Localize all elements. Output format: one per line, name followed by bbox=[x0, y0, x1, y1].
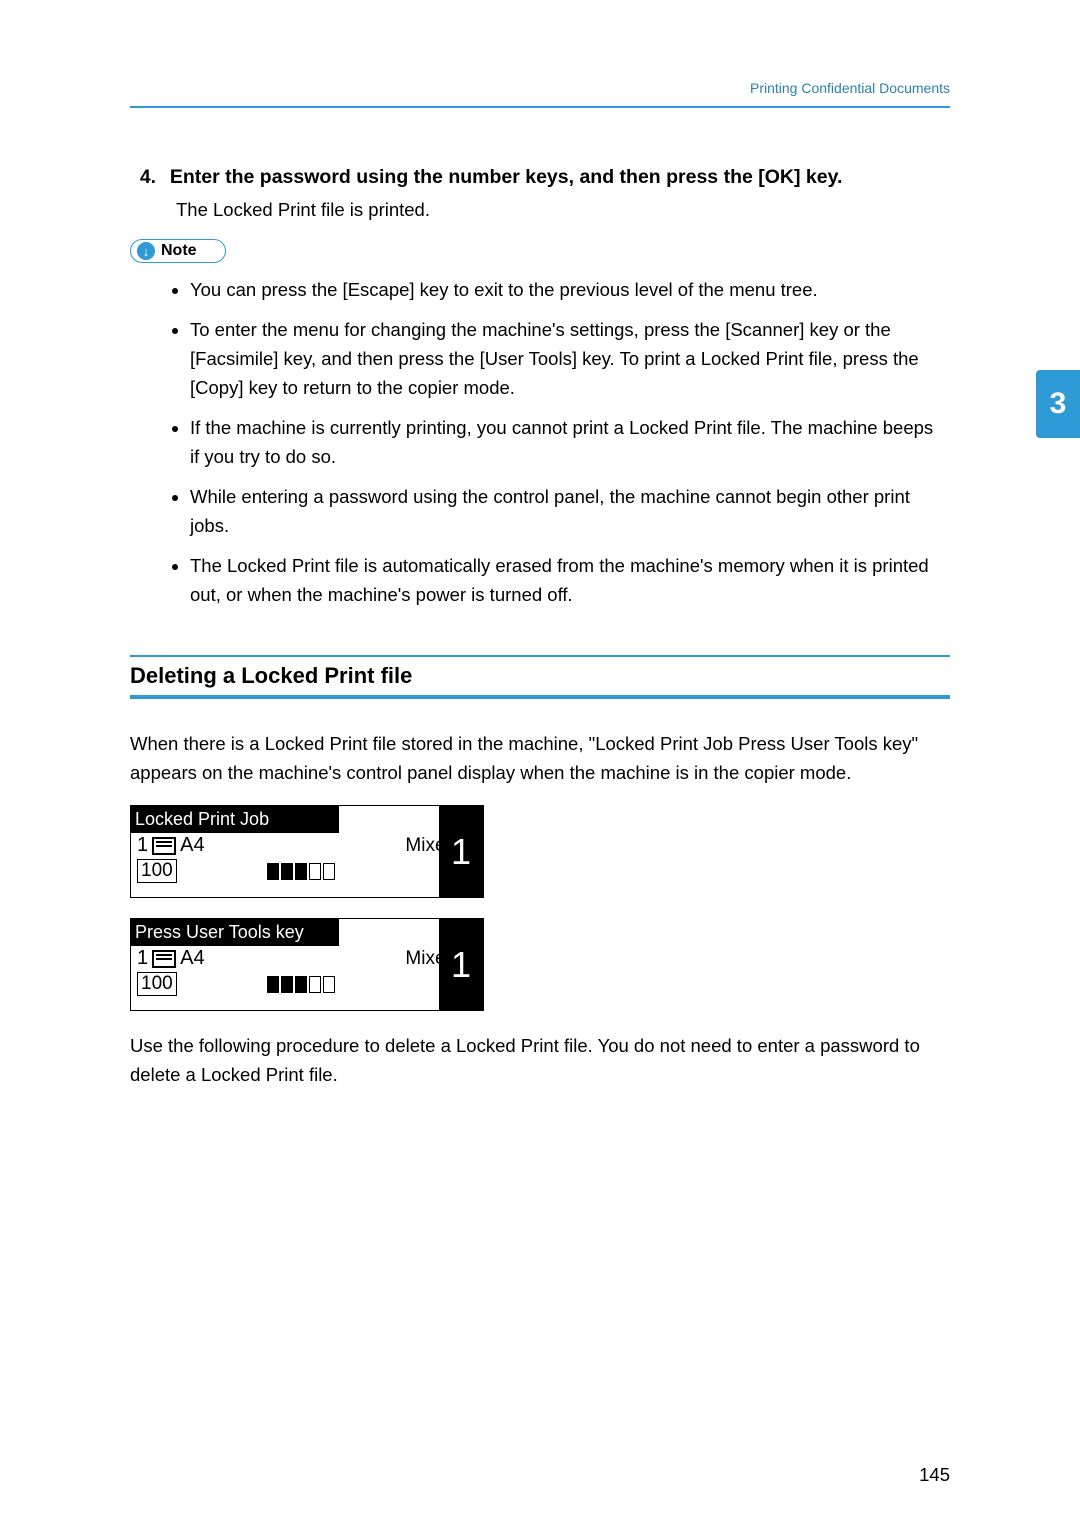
panel-row-toner: 100 bbox=[131, 971, 483, 1010]
ratio-box: 100 bbox=[137, 859, 177, 883]
copies-indicator: 1 bbox=[439, 806, 483, 897]
copies-indicator: 1 bbox=[439, 919, 483, 1010]
panel-row-paper: 1 A4 Mixed ▲▼ bbox=[131, 946, 483, 971]
panel-row-toner: 100 bbox=[131, 858, 483, 897]
step-number: 4. bbox=[140, 167, 156, 189]
tray-number: 1 bbox=[137, 834, 148, 857]
page-header-title: Printing Confidential Documents bbox=[130, 80, 950, 106]
section-outro: Use the following procedure to delete a … bbox=[130, 1031, 950, 1089]
toner-indicator-icon bbox=[267, 863, 335, 880]
display-panel-locked-print: Locked Print Job 1 A4 Mixed ▲▼ 100 1 bbox=[130, 805, 484, 898]
header-rule bbox=[130, 106, 950, 108]
note-badge: ↓ Note bbox=[130, 239, 226, 263]
paper-size: A4 bbox=[180, 947, 204, 970]
tray-icon bbox=[152, 837, 176, 855]
arrow-down-icon: ↓ bbox=[137, 242, 155, 260]
panel-row-paper: 1 A4 Mixed ▲▼ bbox=[131, 833, 483, 858]
tray-icon bbox=[152, 950, 176, 968]
page-number: 145 bbox=[919, 1464, 950, 1486]
tray-number: 1 bbox=[137, 947, 148, 970]
panel-title: Locked Print Job bbox=[131, 806, 339, 833]
panel-title: Press User Tools key bbox=[131, 919, 339, 946]
step-result: The Locked Print file is printed. bbox=[176, 199, 950, 221]
paper-size: A4 bbox=[180, 834, 204, 857]
note-bullet: To enter the menu for changing the machi… bbox=[190, 315, 950, 402]
ratio-box: 100 bbox=[137, 972, 177, 996]
display-panel-user-tools: Press User Tools key 1 A4 Mixed ▲▼ 100 1 bbox=[130, 918, 484, 1011]
section-heading: Deleting a Locked Print file bbox=[130, 655, 950, 689]
note-bullet: You can press the [Escape] key to exit t… bbox=[190, 275, 950, 304]
note-bullet: If the machine is currently printing, yo… bbox=[190, 413, 950, 471]
toner-indicator-icon bbox=[267, 976, 335, 993]
note-bullet: While entering a password using the cont… bbox=[190, 482, 950, 540]
note-label: Note bbox=[161, 242, 197, 260]
note-bullet: The Locked Print file is automatically e… bbox=[190, 551, 950, 609]
step-row: 4. Enter the password using the number k… bbox=[140, 166, 950, 189]
step-instruction: Enter the password using the number keys… bbox=[170, 166, 843, 189]
section-intro: When there is a Locked Print file stored… bbox=[130, 729, 950, 787]
section-rule bbox=[130, 695, 950, 699]
note-bullets: You can press the [Escape] key to exit t… bbox=[130, 275, 950, 609]
